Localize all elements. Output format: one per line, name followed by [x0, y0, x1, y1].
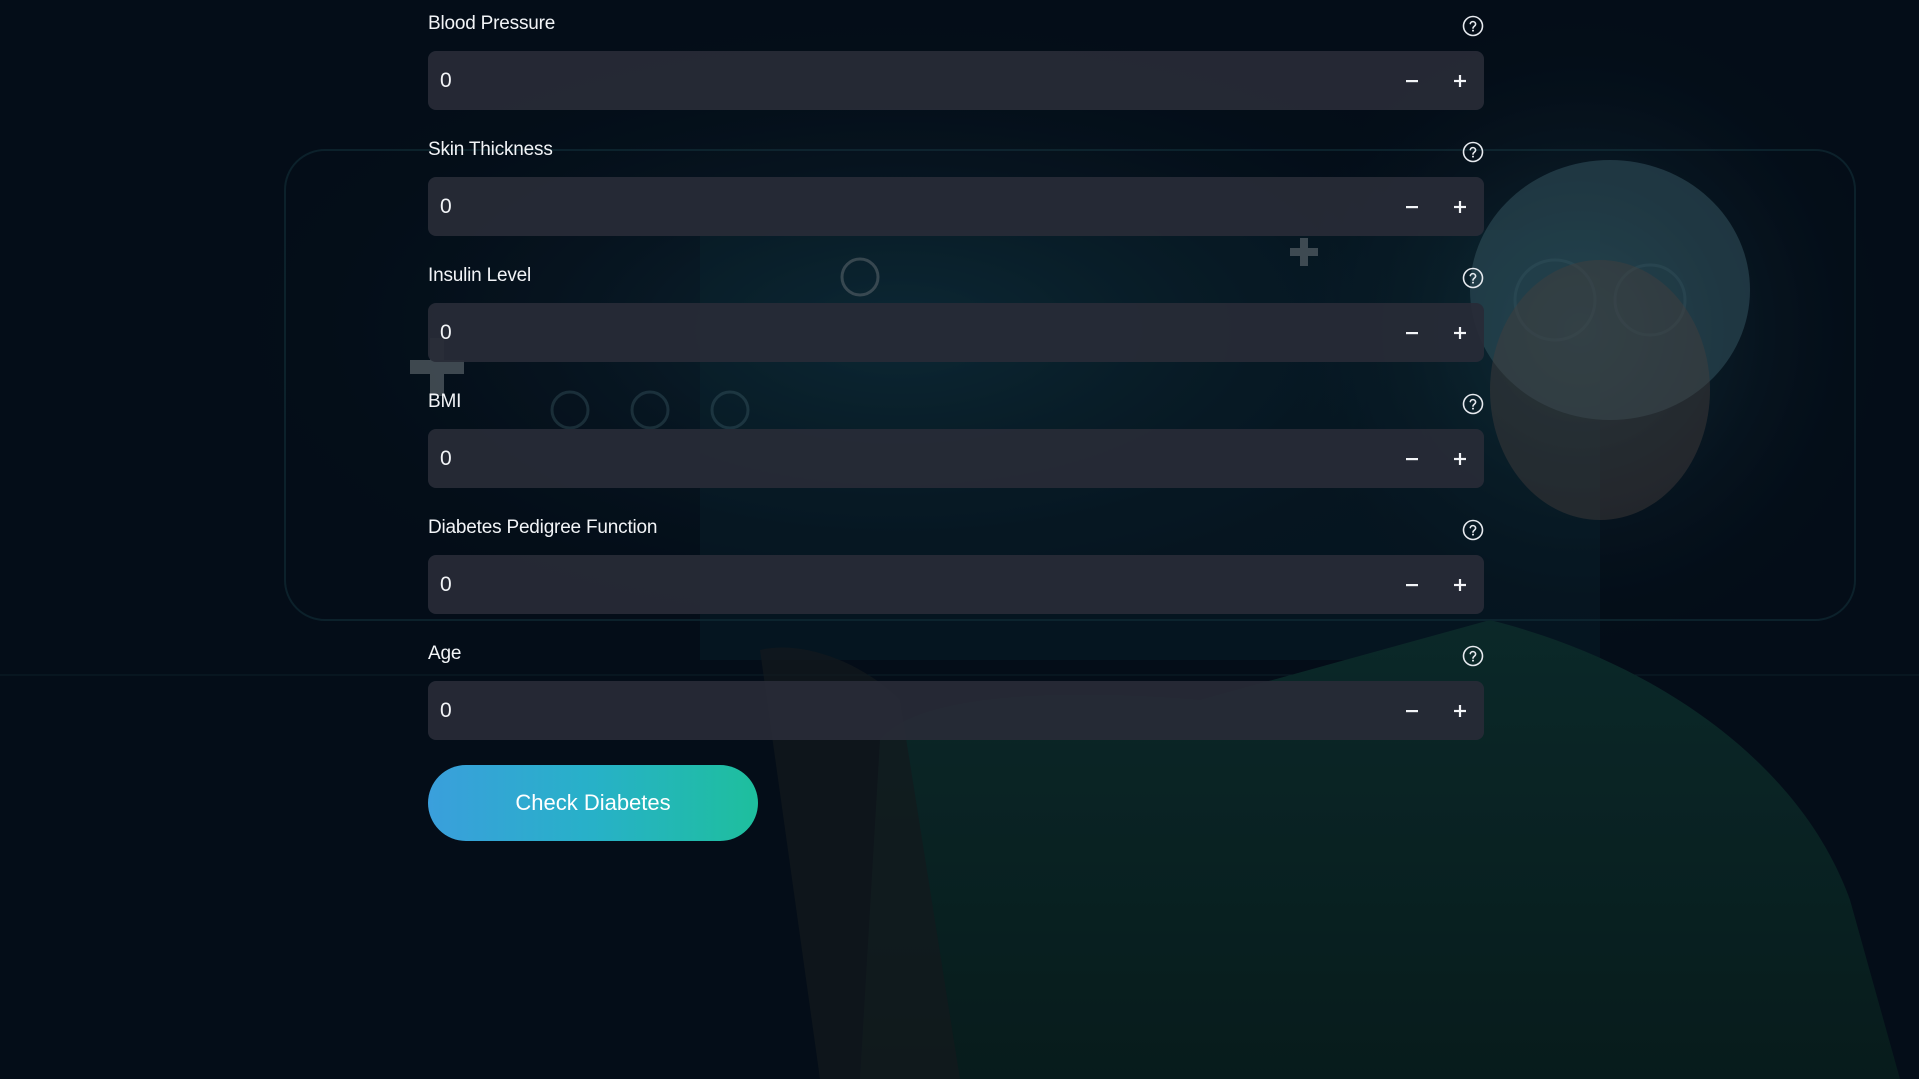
number-input — [428, 681, 1484, 740]
field-label: Diabetes Pedigree Function — [428, 517, 658, 538]
minus-icon — [1406, 457, 1418, 460]
decrement-button[interactable] — [1388, 51, 1436, 110]
bmi-input[interactable] — [440, 429, 1380, 488]
increment-button[interactable] — [1436, 303, 1484, 362]
help-circle-icon[interactable] — [1462, 393, 1484, 415]
number-input — [428, 429, 1484, 488]
increment-button[interactable] — [1436, 177, 1484, 236]
plus-icon — [1454, 200, 1466, 213]
decrement-button[interactable] — [1388, 429, 1436, 488]
plus-icon — [1454, 74, 1466, 87]
help-circle-icon[interactable] — [1462, 519, 1484, 541]
increment-button[interactable] — [1436, 429, 1484, 488]
insulin-level-input[interactable] — [440, 303, 1380, 362]
increment-button[interactable] — [1436, 51, 1484, 110]
minus-icon — [1406, 709, 1418, 712]
decrement-button[interactable] — [1388, 177, 1436, 236]
help-circle-icon[interactable] — [1462, 645, 1484, 667]
field-skin-thickness: Skin Thickness — [428, 126, 1484, 252]
minus-icon — [1406, 205, 1418, 208]
increment-button[interactable] — [1436, 681, 1484, 740]
number-input — [428, 177, 1484, 236]
number-input — [428, 555, 1484, 614]
plus-icon — [1454, 578, 1466, 591]
field-label: Skin Thickness — [428, 139, 553, 160]
increment-button[interactable] — [1436, 555, 1484, 614]
number-input — [428, 303, 1484, 362]
minus-icon — [1406, 79, 1418, 82]
blood-pressure-input[interactable] — [440, 51, 1380, 110]
field-label: Insulin Level — [428, 265, 532, 286]
decrement-button[interactable] — [1388, 681, 1436, 740]
check-diabetes-button[interactable]: Check Diabetes — [428, 765, 758, 841]
help-circle-icon[interactable] — [1462, 267, 1484, 289]
plus-icon — [1454, 452, 1466, 465]
field-label: Blood Pressure — [428, 13, 556, 34]
number-input — [428, 51, 1484, 110]
field-insulin-level: Insulin Level — [428, 252, 1484, 378]
field-blood-pressure: Blood Pressure — [428, 0, 1484, 126]
field-bmi: BMI — [428, 378, 1484, 504]
field-label: BMI — [428, 391, 462, 412]
decrement-button[interactable] — [1388, 555, 1436, 614]
field-label: Age — [428, 643, 462, 664]
diabetes-pedigree-input[interactable] — [440, 555, 1380, 614]
field-age: Age — [428, 630, 1484, 756]
minus-icon — [1406, 331, 1418, 334]
help-circle-icon[interactable] — [1462, 15, 1484, 37]
help-circle-icon[interactable] — [1462, 141, 1484, 163]
minus-icon — [1406, 583, 1418, 586]
field-diabetes-pedigree-function: Diabetes Pedigree Function — [428, 504, 1484, 630]
skin-thickness-input[interactable] — [440, 177, 1380, 236]
plus-icon — [1454, 704, 1466, 717]
age-input[interactable] — [440, 681, 1380, 740]
decrement-button[interactable] — [1388, 303, 1436, 362]
plus-icon — [1454, 326, 1466, 339]
